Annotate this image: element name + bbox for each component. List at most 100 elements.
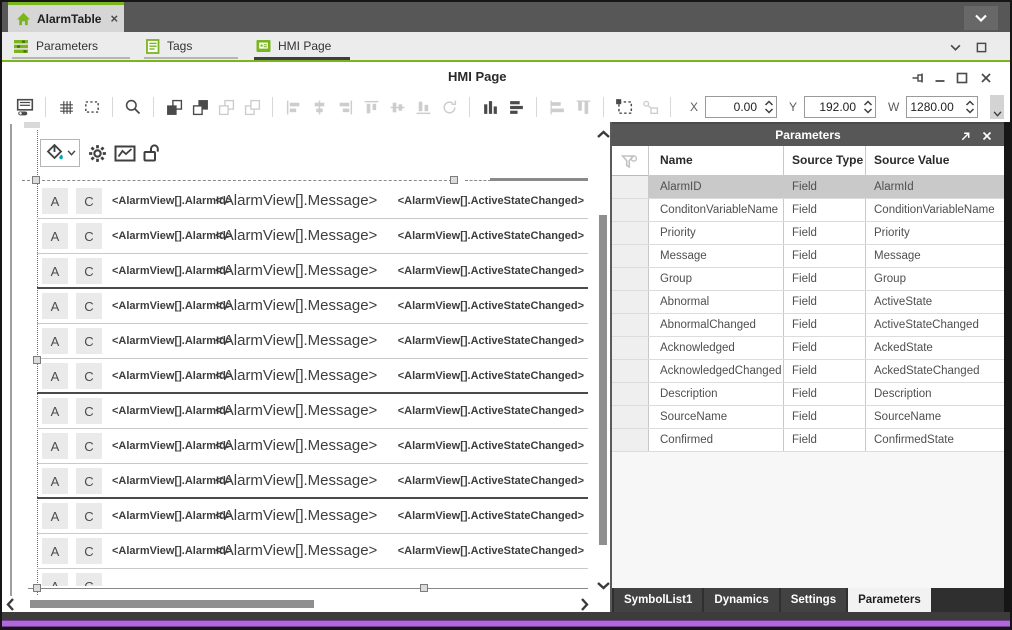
alarm-table-row[interactable]: AC<AlarmView[].AlarmId><AlarmView[].Mess… bbox=[37, 499, 588, 534]
alarm-confirm-button[interactable]: C bbox=[76, 468, 102, 494]
alarm-confirm-button[interactable]: C bbox=[76, 188, 102, 214]
alarm-confirm-button[interactable]: C bbox=[76, 223, 102, 249]
w-input[interactable]: 1280.00 bbox=[906, 96, 978, 118]
trend-button[interactable] bbox=[111, 139, 139, 167]
alarm-confirm-button[interactable]: C bbox=[76, 328, 102, 354]
select-frame-icon[interactable] bbox=[612, 95, 636, 119]
alarm-ack-button[interactable]: A bbox=[42, 538, 68, 564]
tab-parameters[interactable]: Parameters bbox=[10, 32, 132, 60]
alarm-table-row[interactable]: AC<AlarmView[].AlarmId><AlarmView[].Mess… bbox=[37, 289, 588, 324]
doctabs-maximize-button[interactable] bbox=[972, 38, 990, 56]
alarm-ack-button[interactable]: A bbox=[42, 363, 68, 389]
canvas-horizontal-scrollbar[interactable] bbox=[2, 596, 596, 612]
parameter-row[interactable]: MessageFieldMessage bbox=[612, 245, 1004, 268]
alarm-table-row[interactable]: AC<AlarmView[].AlarmId><AlarmView[].Mess… bbox=[37, 394, 588, 429]
doctabs-dropdown-button[interactable] bbox=[946, 38, 964, 56]
pin-icon[interactable] bbox=[910, 70, 926, 86]
titlebar-dropdown-button[interactable] bbox=[964, 6, 998, 30]
selection-handle[interactable] bbox=[420, 584, 428, 592]
x-input[interactable]: 0.00 bbox=[705, 96, 777, 118]
canvas-vertical-scrollbar[interactable] bbox=[596, 122, 610, 612]
parameter-row[interactable]: GroupFieldGroup bbox=[612, 268, 1004, 291]
app-tab-alarmtable[interactable]: AlarmTable × bbox=[8, 2, 124, 32]
alarm-confirm-button[interactable]: C bbox=[76, 293, 102, 319]
parameters-panel-header[interactable]: Parameters bbox=[612, 122, 1004, 146]
parameter-row[interactable]: ConditonVariableNameFieldConditionVariab… bbox=[612, 199, 1004, 222]
horizontal-scroll-thumb[interactable] bbox=[30, 600, 314, 608]
alarm-table-row[interactable]: AC<AlarmView[].AlarmId><AlarmView[].Mess… bbox=[37, 359, 588, 394]
parameter-row[interactable]: AbnormalFieldActiveState bbox=[612, 291, 1004, 314]
alarm-table-row[interactable]: AC<AlarmView[].AlarmId><AlarmView[].Mess… bbox=[37, 219, 588, 254]
parameter-row[interactable]: AcknowledgedChangedFieldAckedStateChange… bbox=[612, 360, 1004, 383]
parameter-row[interactable]: AcknowledgedFieldAckedState bbox=[612, 337, 1004, 360]
vertical-scroll-thumb[interactable] bbox=[599, 215, 607, 545]
parameter-row[interactable]: SourceNameFieldSourceName bbox=[612, 406, 1004, 429]
alarm-ack-button[interactable]: A bbox=[42, 258, 68, 284]
tab-parameters-bottom[interactable]: Parameters bbox=[848, 588, 931, 612]
fill-color-button[interactable] bbox=[40, 139, 80, 167]
selection-handle[interactable] bbox=[33, 584, 41, 592]
grid-icon[interactable] bbox=[54, 95, 78, 119]
tab-tags[interactable]: Tags bbox=[142, 32, 240, 60]
selection-handle[interactable] bbox=[32, 176, 40, 184]
toolbar-overflow-button[interactable] bbox=[990, 95, 1004, 119]
distribute-horizontal-icon[interactable] bbox=[478, 95, 502, 119]
alarm-ack-button[interactable]: A bbox=[42, 468, 68, 494]
alarm-confirm-button[interactable]: C bbox=[76, 538, 102, 564]
y-input[interactable]: 192.00 bbox=[804, 96, 876, 118]
alarm-ack-button[interactable]: A bbox=[42, 293, 68, 319]
panel-toggle-icon[interactable] bbox=[13, 95, 37, 119]
float-panel-icon[interactable] bbox=[958, 129, 972, 143]
alarm-table-row[interactable]: AC<AlarmView[].AlarmId><AlarmView[].Mess… bbox=[37, 324, 588, 359]
scroll-up-icon[interactable] bbox=[596, 126, 610, 142]
alarm-ack-button[interactable]: A bbox=[42, 573, 68, 586]
parameter-row[interactable]: ConfirmedFieldConfirmedState bbox=[612, 429, 1004, 452]
tab-symbollist1[interactable]: SymbolList1 bbox=[614, 588, 702, 612]
close-icon[interactable] bbox=[978, 70, 994, 86]
alarm-ack-button[interactable]: A bbox=[42, 398, 68, 424]
alarm-table-row[interactable]: AC<AlarmView[].AlarmId><AlarmView[].Mess… bbox=[37, 429, 588, 464]
alarm-table-row[interactable]: AC<AlarmView[].AlarmId><AlarmView[].Mess… bbox=[37, 254, 588, 289]
alarm-confirm-button[interactable]: C bbox=[76, 258, 102, 284]
w-spinner[interactable] bbox=[962, 97, 977, 117]
parameter-row[interactable]: AlarmIDFieldAlarmId bbox=[612, 176, 1004, 199]
alarm-confirm-button[interactable]: C bbox=[76, 573, 102, 586]
selection-handle[interactable] bbox=[450, 176, 458, 184]
bring-to-front-icon[interactable] bbox=[162, 95, 186, 119]
minimize-icon[interactable] bbox=[932, 70, 948, 86]
scroll-down-icon[interactable] bbox=[596, 577, 610, 593]
close-panel-icon[interactable] bbox=[980, 129, 994, 143]
scroll-right-icon[interactable] bbox=[576, 596, 592, 612]
lock-button[interactable] bbox=[139, 139, 164, 167]
alarm-confirm-button[interactable]: C bbox=[76, 363, 102, 389]
alarm-ack-button[interactable]: A bbox=[42, 503, 68, 529]
scroll-left-icon[interactable] bbox=[2, 596, 18, 612]
design-canvas[interactable]: AC<AlarmView[].AlarmId><AlarmView[].Mess… bbox=[2, 122, 596, 612]
alarm-table-row[interactable]: AC<AlarmView[].AlarmId><AlarmView[].Mess… bbox=[37, 184, 588, 219]
selection-handle[interactable] bbox=[33, 356, 41, 364]
send-to-back-icon[interactable] bbox=[188, 95, 212, 119]
tab-hmi-page[interactable]: HMI Page bbox=[252, 32, 352, 60]
maximize-icon[interactable] bbox=[954, 70, 970, 86]
filter-icon[interactable] bbox=[621, 153, 638, 170]
alarm-ack-button[interactable]: A bbox=[42, 328, 68, 354]
tab-settings[interactable]: Settings bbox=[781, 588, 846, 612]
zoom-icon[interactable] bbox=[121, 95, 145, 119]
alarm-table-row[interactable]: AC<AlarmView[].AlarmId><AlarmView[].Mess… bbox=[37, 534, 588, 569]
gear-button[interactable] bbox=[84, 139, 111, 167]
parameter-row[interactable]: AbnormalChangedFieldActiveStateChanged bbox=[612, 314, 1004, 337]
alarm-ack-button[interactable]: A bbox=[42, 223, 68, 249]
alarm-table-row-partial[interactable]: AC bbox=[37, 569, 588, 586]
distribute-vertical-icon[interactable] bbox=[504, 95, 528, 119]
alarm-confirm-button[interactable]: C bbox=[76, 398, 102, 424]
parameter-row[interactable]: DescriptionFieldDescription bbox=[612, 383, 1004, 406]
y-spinner[interactable] bbox=[860, 97, 875, 117]
alarm-confirm-button[interactable]: C bbox=[76, 503, 102, 529]
app-tab-close-icon[interactable]: × bbox=[110, 11, 118, 26]
alarm-table-row[interactable]: AC<AlarmView[].AlarmId><AlarmView[].Mess… bbox=[37, 464, 588, 499]
alarm-confirm-button[interactable]: C bbox=[76, 433, 102, 459]
tab-dynamics[interactable]: Dynamics bbox=[704, 588, 778, 612]
parameter-row[interactable]: PriorityFieldPriority bbox=[612, 222, 1004, 245]
selection-marquee-icon[interactable] bbox=[80, 95, 104, 119]
alarm-table-control[interactable]: AC<AlarmView[].AlarmId><AlarmView[].Mess… bbox=[37, 184, 588, 586]
